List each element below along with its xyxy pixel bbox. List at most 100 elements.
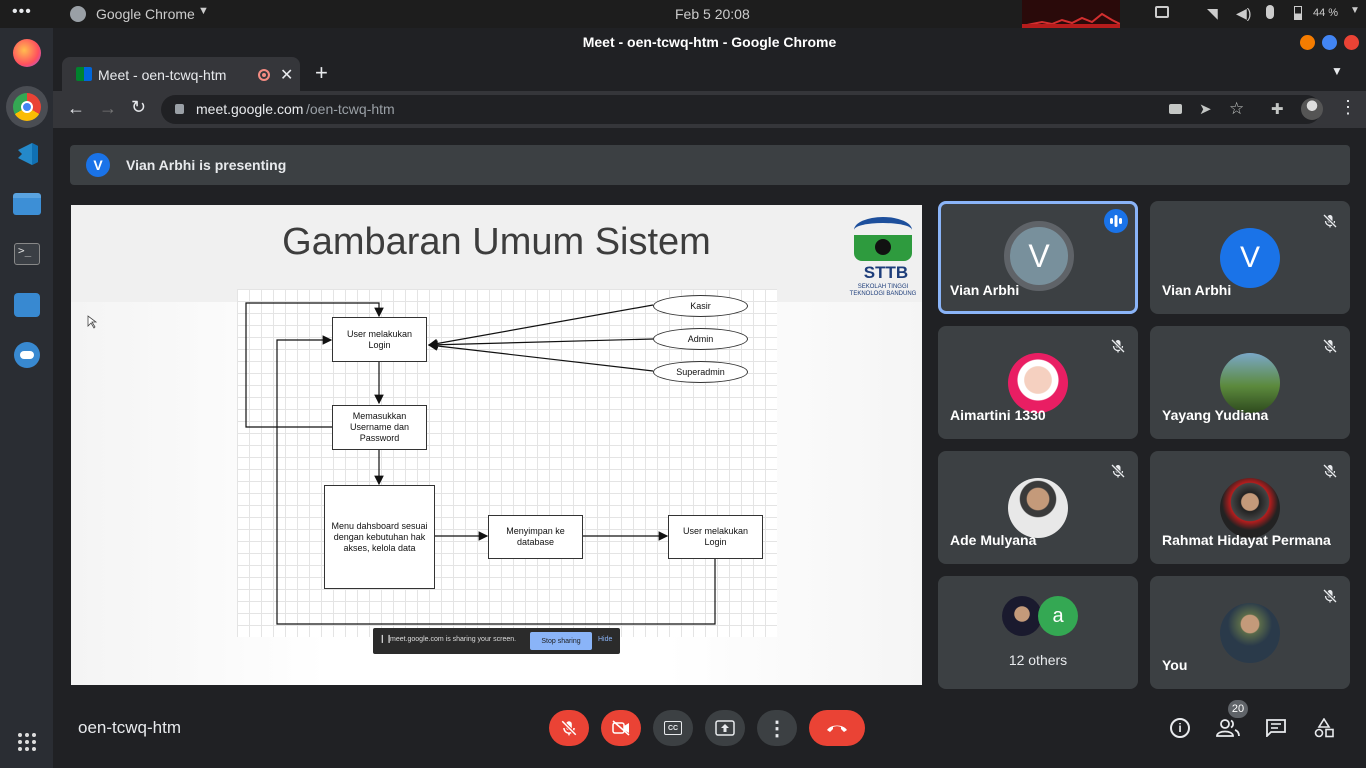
reload-button[interactable]: ↻ (131, 97, 146, 118)
more-vert-icon: ⋮ (767, 717, 787, 740)
url-path: /oen-tcwq-htm (306, 101, 395, 117)
participant-tile[interactable]: Yayang Yudiana (1150, 326, 1350, 439)
window-titlebar[interactable]: Meet - oen-tcwq-htm - Google Chrome (53, 28, 1366, 55)
participant-name: Yayang Yudiana (1162, 407, 1269, 423)
toggle-app-icon[interactable] (10, 338, 44, 372)
participant-photo (1008, 353, 1068, 413)
logo-text: STTB (863, 263, 909, 282)
wifi-icon[interactable]: ◥ (1207, 5, 1218, 22)
meet-favicon-icon (76, 67, 92, 81)
flowchart: User melakukan Login Memasukkan Username… (237, 289, 777, 637)
participant-tile[interactable]: Ade Mulyana (938, 451, 1138, 564)
participant-name: Rahmat Hidayat Permana (1162, 532, 1331, 548)
presenting-banner: V Vian Arbhi is presenting (70, 145, 1350, 185)
maximize-button[interactable] (1322, 35, 1337, 50)
participant-name: Vian Arbhi (1162, 282, 1232, 298)
leave-call-button[interactable] (809, 710, 865, 746)
flow-box-login-2: User melakukan Login (668, 515, 763, 559)
mic-toggle-button[interactable] (549, 710, 589, 746)
tab-meet[interactable]: Meet - oen-tcwq-htm ✕ (62, 57, 300, 91)
logo-subtitle-1: SEKOLAH TINGGI (857, 284, 909, 290)
forward-button[interactable]: → (99, 98, 117, 119)
presenting-text: Vian Arbhi is presenting (126, 157, 287, 173)
toolbar: ← → ↻ meet.google.com /oen-tcwq-htm ➤ ☆ … (53, 91, 1366, 128)
flow-box-save: Menyimpan ke database (488, 515, 583, 559)
url-host: meet.google.com (196, 101, 304, 117)
flow-box-menu: Menu dahsboard sesuai dengan kebutuhan h… (324, 485, 435, 589)
app-grid-icon[interactable] (10, 725, 44, 759)
presentation-screen[interactable]: Gambaran Umum Sistem STTB SEKOLAH TINGGI… (71, 205, 922, 685)
mic-off-icon (1322, 338, 1338, 354)
camera-off-icon (612, 720, 630, 736)
new-tab-button[interactable]: + (315, 60, 328, 86)
participant-tile[interactable]: V Vian Arbhi (1150, 201, 1350, 314)
screenshot-icon[interactable] (1155, 6, 1169, 18)
actor-admin: Admin (653, 328, 748, 350)
participant-tile[interactable]: Aimartini 1330 (938, 326, 1138, 439)
participant-avatar: a (1038, 596, 1078, 636)
participant-photo (1002, 596, 1042, 636)
terminal-icon[interactable]: >_ (10, 237, 44, 271)
people-button[interactable]: 20 (1212, 700, 1248, 744)
app-name[interactable]: Google Chrome (96, 6, 195, 22)
camera-toggle-button[interactable] (601, 710, 641, 746)
activities-icon[interactable]: ••• (12, 3, 32, 21)
others-tile[interactable]: a 12 others (938, 576, 1138, 689)
vscode-icon[interactable] (10, 137, 44, 171)
bookmark-star-icon[interactable]: ☆ (1229, 99, 1244, 119)
stop-sharing-button[interactable]: Stop sharing (530, 632, 592, 650)
flow-box-input: Memasukkan Username dan Password (332, 405, 427, 450)
profile-avatar[interactable] (1301, 98, 1323, 120)
participant-tile[interactable]: Rahmat Hidayat Permana (1150, 451, 1350, 564)
system-menu-icon[interactable]: ▼ (1350, 5, 1360, 16)
participant-tile-speaking[interactable]: V Vian Arbhi (938, 201, 1138, 314)
mic-off-icon (1110, 463, 1126, 479)
self-tile[interactable]: You (1150, 576, 1350, 689)
battery-icon[interactable] (1294, 6, 1302, 20)
window-title: Meet - oen-tcwq-htm - Google Chrome (582, 34, 837, 50)
send-icon[interactable]: ➤ (1199, 100, 1212, 118)
captions-button[interactable]: CC (653, 710, 693, 746)
meeting-code[interactable]: oen-tcwq-htm (78, 718, 181, 738)
firefox-icon[interactable] (10, 36, 44, 70)
clock[interactable]: Feb 5 20:08 (675, 6, 750, 22)
extensions-icon[interactable]: ✚ (1271, 100, 1284, 118)
participant-avatar: V (1004, 221, 1074, 291)
close-tab-icon[interactable]: ✕ (280, 65, 293, 85)
lock-icon[interactable] (175, 104, 184, 114)
hang-up-icon (827, 725, 847, 732)
present-button[interactable] (705, 710, 745, 746)
hide-button[interactable]: Hide (598, 636, 612, 643)
volume-icon[interactable]: ◀) (1236, 5, 1251, 22)
mic-off-icon (1322, 463, 1338, 479)
mouse-cursor-icon (87, 315, 97, 329)
back-button[interactable]: ← (67, 98, 85, 119)
chat-button[interactable] (1260, 712, 1292, 744)
battery-level[interactable]: 44 % (1313, 7, 1338, 19)
tab-search-icon[interactable]: ▼ (1331, 64, 1343, 78)
participant-avatar: V (1220, 228, 1280, 288)
shapes-icon (1314, 718, 1334, 738)
participant-photo (1008, 478, 1068, 538)
camera-indicator-icon[interactable] (1169, 104, 1182, 114)
files-icon[interactable] (10, 187, 44, 221)
chrome-menu-icon[interactable]: ⋮ (1339, 97, 1357, 118)
mic-off-icon (561, 720, 577, 736)
chrome-small-icon (70, 6, 86, 22)
others-count: 12 others (1008, 652, 1068, 668)
settings-sliders-icon[interactable] (10, 288, 44, 322)
activities-button[interactable] (1308, 712, 1340, 744)
chevron-down-icon[interactable]: ▼ (198, 5, 209, 17)
close-window-button[interactable] (1344, 35, 1359, 50)
mic-icon[interactable] (1266, 5, 1274, 19)
system-monitor-graph (1021, 0, 1121, 28)
omnibox[interactable]: meet.google.com /oen-tcwq-htm ➤ ☆ (161, 95, 1321, 124)
more-options-button[interactable]: ⋮ (757, 710, 797, 746)
people-icon (1216, 719, 1240, 737)
participant-name: Vian Arbhi (950, 282, 1020, 298)
minimize-button[interactable] (1300, 35, 1315, 50)
meeting-details-button[interactable]: i (1164, 712, 1196, 744)
chrome-icon[interactable] (6, 86, 48, 128)
meet-content: V Vian Arbhi is presenting Gambaran Umum… (53, 128, 1366, 768)
info-icon: i (1170, 718, 1190, 738)
